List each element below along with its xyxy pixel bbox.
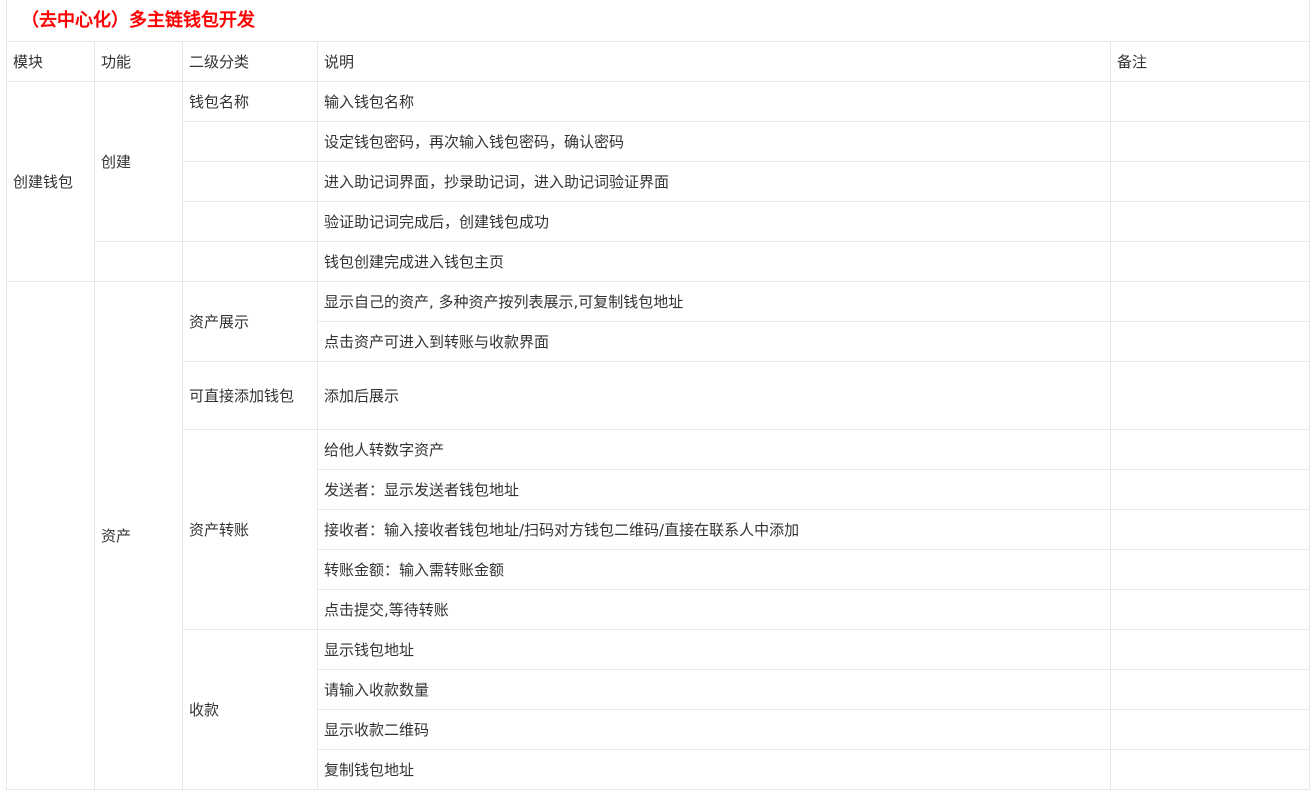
description-cell[interactable]: 钱包创建完成进入钱包主页 [317,241,1111,282]
table-row: 可直接添加钱包 添加后展示 [7,361,1310,430]
requirements-table: （去中心化）多主链钱包开发 模块 功能 二级分类 说明 备注 创建钱包 创建 钱… [6,0,1310,790]
subcategory-cell-asset-transfer[interactable]: 资产转账 [182,429,318,630]
remark-cell[interactable] [1110,709,1310,750]
remark-cell[interactable] [1110,589,1310,630]
remark-cell[interactable] [1110,669,1310,710]
description-cell[interactable]: 复制钱包地址 [317,749,1111,790]
function-cell[interactable] [94,241,183,282]
remark-cell[interactable] [1110,549,1310,590]
header-description[interactable]: 说明 [317,41,1111,82]
description-cell[interactable]: 给他人转数字资产 [317,429,1111,470]
description-cell[interactable]: 验证助记词完成后，创建钱包成功 [317,201,1111,242]
description-cell[interactable]: 接收者：输入接收者钱包地址/扫码对方钱包二维码/直接在联系人中添加 [317,509,1111,550]
header-remark[interactable]: 备注 [1110,41,1310,82]
table-row: 创建钱包 创建 钱包名称 输入钱包名称 [6,81,1310,282]
table-row: 资产 资产展示 显示自己的资产, 多种资产按列表展示,可复制钱包地址 [6,281,1310,790]
header-subcategory[interactable]: 二级分类 [182,41,318,82]
table-row: 钱包创建完成进入钱包主页 [7,241,1310,282]
remark-cell[interactable] [1110,321,1310,362]
remark-cell[interactable] [1110,121,1310,162]
remark-cell[interactable] [1110,629,1310,670]
description-cell[interactable]: 点击资产可进入到转账与收款界面 [317,321,1111,362]
description-cell[interactable]: 添加后展示 [317,361,1111,430]
remark-cell[interactable] [1110,361,1310,430]
table-row: 设定钱包密码，再次输入钱包密码，确认密码 [7,121,1310,162]
description-cell[interactable]: 请输入收款数量 [317,669,1111,710]
module-cell-assets[interactable] [6,281,95,790]
remark-cell[interactable] [1110,81,1310,122]
subcategory-cell-receive[interactable]: 收款 [182,629,318,790]
remark-cell[interactable] [1110,281,1310,322]
subcategory-cell[interactable] [182,121,318,162]
remark-cell[interactable] [1110,469,1310,510]
description-cell[interactable]: 点击提交,等待转账 [317,589,1111,630]
subcategory-cell-add-wallet[interactable]: 可直接添加钱包 [182,361,318,430]
remark-cell[interactable] [1110,509,1310,550]
function-cell-assets[interactable]: 资产 [94,281,183,790]
subcategory-cell[interactable] [182,161,318,202]
description-cell[interactable]: 进入助记词界面，抄录助记词，进入助记词验证界面 [317,161,1111,202]
description-cell[interactable]: 发送者：显示发送者钱包地址 [317,469,1111,510]
description-cell[interactable]: 显示收款二维码 [317,709,1111,750]
remark-cell[interactable] [1110,241,1310,282]
table-row: 资产转账 给他人转数字资产 [7,429,1310,630]
header-module[interactable]: 模块 [6,41,95,82]
remark-cell[interactable] [1110,201,1310,242]
description-cell[interactable]: 显示自己的资产, 多种资产按列表展示,可复制钱包地址 [317,281,1111,322]
subcategory-cell-wallet-name[interactable]: 钱包名称 [182,81,318,122]
spreadsheet-view: （去中心化）多主链钱包开发 模块 功能 二级分类 说明 备注 创建钱包 创建 钱… [0,0,1314,795]
sheet-title[interactable]: （去中心化）多主链钱包开发 [6,0,1310,42]
table-row: 验证助记词完成后，创建钱包成功 [7,201,1310,242]
title-row: （去中心化）多主链钱包开发 [6,0,1310,42]
description-cell[interactable]: 显示钱包地址 [317,629,1111,670]
module-cell-create-wallet[interactable]: 创建钱包 [6,81,95,282]
subcategory-cell-asset-display[interactable]: 资产展示 [182,281,318,362]
table-row: 收款 显示钱包地址 [7,629,1310,790]
description-cell[interactable]: 转账金额：输入需转账金额 [317,549,1111,590]
remark-cell[interactable] [1110,749,1310,790]
subcategory-cell[interactable] [182,201,318,242]
description-cell[interactable]: 输入钱包名称 [317,81,1111,122]
function-cell-create[interactable]: 创建 [94,81,183,242]
remark-cell[interactable] [1110,429,1310,470]
subcategory-cell[interactable] [182,241,318,282]
header-row: 模块 功能 二级分类 说明 备注 [6,41,1310,82]
header-function[interactable]: 功能 [94,41,183,82]
table-row: 进入助记词界面，抄录助记词，进入助记词验证界面 [7,161,1310,202]
description-cell[interactable]: 设定钱包密码，再次输入钱包密码，确认密码 [317,121,1111,162]
remark-cell[interactable] [1110,161,1310,202]
